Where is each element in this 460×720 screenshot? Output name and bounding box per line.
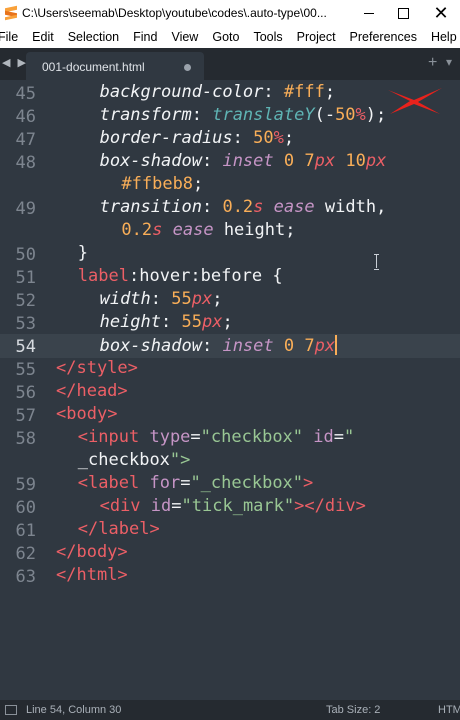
- line-number: 58: [15, 429, 36, 449]
- code-line[interactable]: label:hover:before {: [78, 266, 283, 286]
- code-line[interactable]: <div id="tick_mark"></div>: [100, 496, 366, 516]
- line-number: 59: [15, 475, 36, 495]
- tab-size-setting[interactable]: Tab Size: 2: [326, 704, 380, 716]
- line-number: 52: [15, 291, 36, 311]
- code-line[interactable]: </head>: [56, 381, 128, 401]
- tab-bar: ◀ ▶ 001-document.html + ▾: [0, 48, 460, 80]
- code-editor[interactable]: 45 46 47 48 49 50 51 52 53 54 55 56 57 5…: [0, 80, 460, 700]
- tab-list-chevron-icon[interactable]: ▾: [446, 55, 452, 69]
- code-line[interactable]: </label>: [78, 519, 160, 539]
- line-number: 62: [15, 544, 36, 564]
- line-number: 55: [15, 360, 36, 380]
- panel-toggle-icon[interactable]: [5, 705, 17, 715]
- code-line[interactable]: <body>: [56, 404, 117, 424]
- code-line[interactable]: height: 55px;: [100, 312, 233, 332]
- code-line[interactable]: transition: 0.2s ease width,: [100, 197, 387, 217]
- tab-label: 001-document.html: [42, 60, 145, 74]
- unsaved-dot-icon[interactable]: [184, 64, 191, 71]
- mouse-ibeam-cursor-icon: [374, 254, 380, 270]
- window-title: C:\Users\seemab\Desktop\youtube\codes\.a…: [22, 6, 327, 20]
- menu-file[interactable]: File: [0, 30, 18, 44]
- tab-nav-arrows-icon[interactable]: ◀ ▶: [2, 56, 28, 69]
- line-number: 50: [15, 245, 36, 265]
- code-line[interactable]: </html>: [56, 565, 128, 585]
- menu-view[interactable]: View: [171, 30, 198, 44]
- menu-find[interactable]: Find: [133, 30, 157, 44]
- syntax-setting[interactable]: HTM: [438, 704, 460, 716]
- red-x-logo-icon: [388, 88, 442, 114]
- line-number: 49: [15, 199, 36, 219]
- close-button[interactable]: ✕: [418, 0, 460, 26]
- code-line[interactable]: box-shadow: inset 0 7px 10px: [100, 151, 387, 171]
- new-tab-icon[interactable]: +: [428, 54, 437, 72]
- text-caret: [335, 335, 338, 355]
- current-line-number: 54: [15, 337, 36, 357]
- code-line[interactable]: <input type="checkbox" id=": [78, 427, 354, 447]
- line-number: 60: [15, 498, 36, 518]
- menu-edit[interactable]: Edit: [32, 30, 54, 44]
- line-gutter: 45 46 47 48 49 50 51 52 53 54 55 56 57 5…: [0, 80, 44, 700]
- code-line[interactable]: border-radius: 50%;: [100, 128, 295, 148]
- menu-tools[interactable]: Tools: [253, 30, 282, 44]
- line-number: 53: [15, 314, 36, 334]
- code-line[interactable]: 0.2s ease height;: [121, 220, 295, 240]
- sublime-text-icon: [4, 5, 18, 21]
- menu-project[interactable]: Project: [297, 30, 336, 44]
- code-line[interactable]: box-shadow: inset 0 7px: [100, 335, 338, 356]
- line-number: 45: [15, 84, 36, 104]
- code-line[interactable]: }: [78, 243, 88, 263]
- code-line[interactable]: #ffbeb8;: [121, 174, 203, 194]
- line-number: 46: [15, 107, 36, 127]
- code-line[interactable]: </body>: [56, 542, 128, 562]
- code-line[interactable]: background-color: #fff;: [100, 82, 335, 102]
- line-number: 56: [15, 383, 36, 403]
- code-line[interactable]: _checkbox">: [78, 450, 191, 470]
- menu-help[interactable]: Help: [431, 30, 457, 44]
- menu-goto[interactable]: Goto: [212, 30, 239, 44]
- line-number: 61: [15, 521, 36, 541]
- code-line[interactable]: </style>: [56, 358, 138, 378]
- line-number: 63: [15, 567, 36, 587]
- cursor-position: Line 54, Column 30: [26, 704, 122, 716]
- status-bar: Line 54, Column 30 Tab Size: 2 HTM: [0, 700, 460, 720]
- line-number: 47: [15, 130, 36, 150]
- code-line[interactable]: width: 55px;: [100, 289, 223, 309]
- menu-bar: File Edit Selection Find View Goto Tools…: [0, 26, 460, 48]
- menu-preferences[interactable]: Preferences: [350, 30, 417, 44]
- tab-document[interactable]: 001-document.html: [26, 52, 204, 80]
- line-number: 51: [15, 268, 36, 288]
- menu-selection[interactable]: Selection: [68, 30, 119, 44]
- code-line[interactable]: <label for="_checkbox">: [78, 473, 313, 493]
- line-number: 57: [15, 406, 36, 426]
- code-line[interactable]: transform: translateY(-50%);: [100, 105, 387, 125]
- line-number: 48: [15, 153, 36, 173]
